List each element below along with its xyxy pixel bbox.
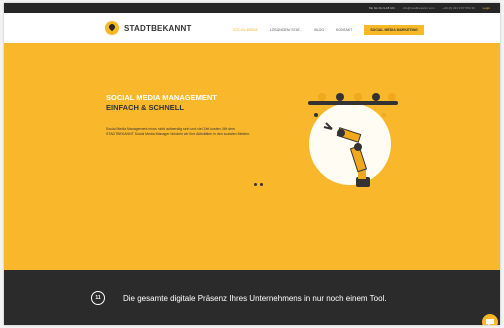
bottom-claim-bar: 11 Die gesamte digitale Präsenz Ihres Un… <box>4 270 500 325</box>
nav-item-loesungen[interactable]: Lösungen/ Stat... <box>270 28 303 32</box>
cta-button[interactable]: Social Media Marketing <box>364 25 424 35</box>
robot-arm-illustration <box>298 81 408 206</box>
topbar: Mo bis Do 9-18 Uhr info@stadtbekannt.com… <box>4 3 500 13</box>
slider-dot-1[interactable] <box>254 183 257 186</box>
phone-link[interactable]: +49 (0) 221 9 87 654 30 <box>443 6 475 10</box>
slider-dot-2[interactable] <box>260 183 263 186</box>
email-link[interactable]: info@stadtbekannt.com <box>403 6 435 10</box>
logo-pin-icon <box>105 21 119 35</box>
hero-section <box>4 43 500 270</box>
opening-hours: Mo bis Do 9-18 Uhr <box>368 6 395 10</box>
nav-item-social-media[interactable]: Social Media <box>233 28 258 32</box>
claim-badge: 11 <box>91 291 105 305</box>
nav-item-kontakt[interactable]: Kontakt <box>336 28 352 32</box>
hero-text: Social Media Management muss nicht aufwe… <box>106 127 251 137</box>
logo[interactable]: STADTBEKANNT <box>105 21 192 35</box>
chat-bubble-icon[interactable] <box>482 314 498 325</box>
claim-text: Die gesamte digitale Präsenz Ihres Unter… <box>123 294 387 303</box>
browser-page: Mo bis Do 9-18 Uhr info@stadtbekannt.com… <box>4 3 500 325</box>
nav-item-blog[interactable]: Blog <box>314 28 324 32</box>
slider-dots <box>254 183 263 186</box>
login-link[interactable]: Login <box>483 6 490 10</box>
hero-title-line2: Einfach & schnell <box>106 103 184 112</box>
main-nav: Social Media Lösungen/ Stat... Blog Kont… <box>233 25 424 35</box>
logo-text: STADTBEKANNT <box>124 23 192 33</box>
hero-title-line1: Social Media Management <box>106 93 217 102</box>
header: STADTBEKANNT Social Media Lösungen/ Stat… <box>4 13 500 43</box>
